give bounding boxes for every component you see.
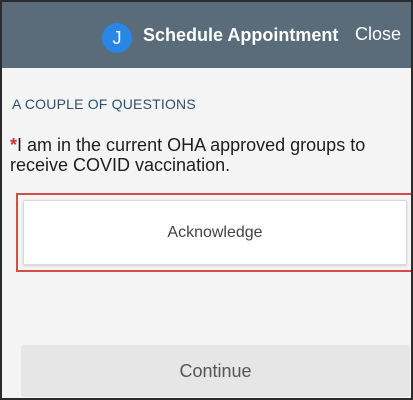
- dialog-title: Schedule Appointment: [143, 25, 339, 45]
- close-button[interactable]: Close: [355, 24, 401, 45]
- continue-button[interactable]: Continue: [21, 345, 410, 397]
- user-avatar: J: [102, 23, 132, 53]
- schedule-appointment-dialog: J Schedule Appointment Close A COUPLE OF…: [0, 0, 413, 400]
- section-title: A COUPLE OF QUESTIONS: [12, 96, 196, 112]
- dialog-header: J Schedule Appointment Close: [2, 2, 411, 68]
- question-text-block: *I am in the current OHA approved groups…: [10, 135, 410, 175]
- acknowledge-highlight: Acknowledge: [16, 193, 411, 272]
- required-marker: *: [10, 135, 18, 155]
- acknowledge-button[interactable]: Acknowledge: [23, 200, 407, 265]
- question-label: I am in the current OHA approved groups …: [10, 135, 366, 175]
